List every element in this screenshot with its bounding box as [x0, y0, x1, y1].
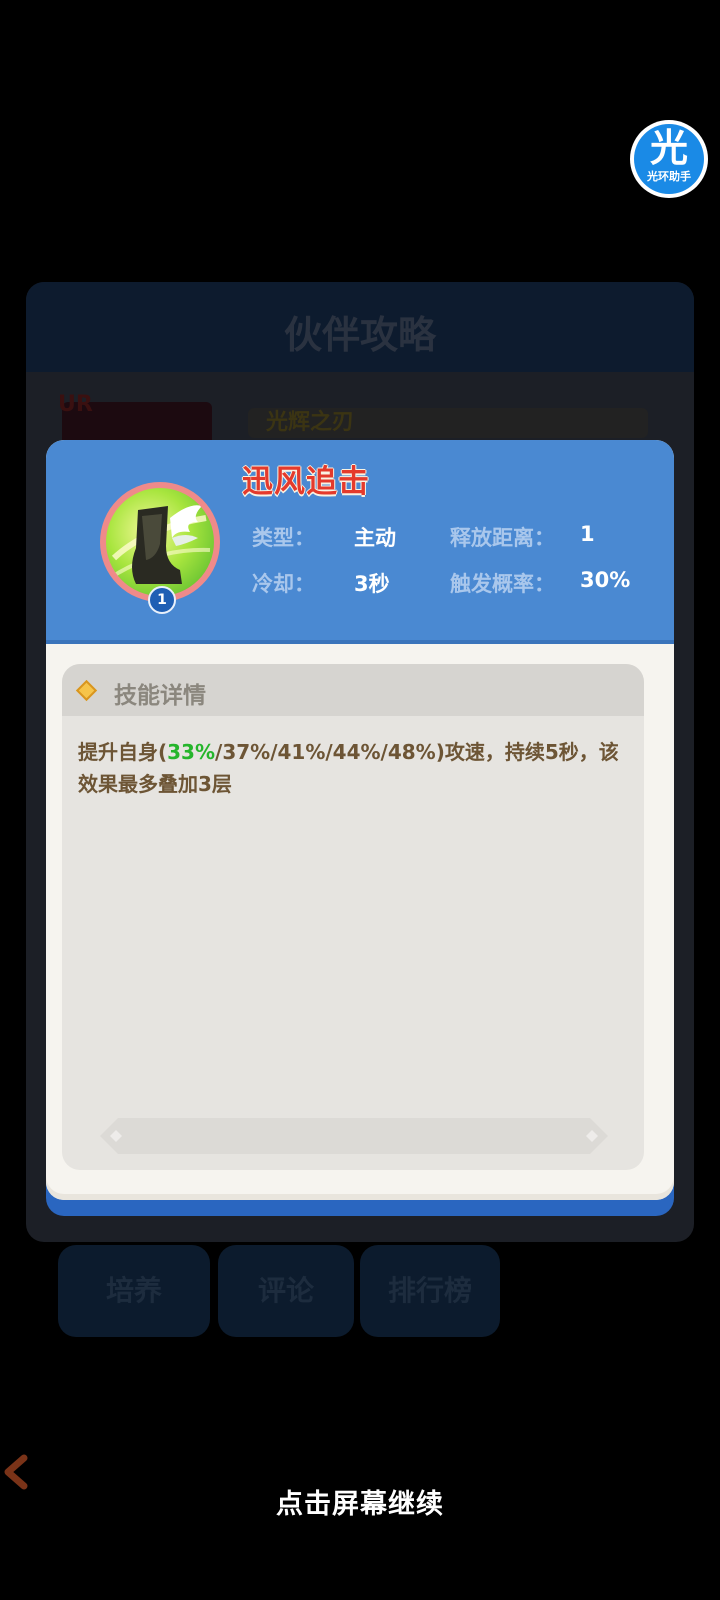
skill-level-badge: 1	[148, 586, 176, 614]
partner-guide-title: 伙伴攻略	[283, 313, 436, 357]
halo-assistant-icon: 光 光环助手	[634, 124, 704, 194]
assistant-label: 光环助手	[647, 170, 691, 183]
diamond-icon	[75, 679, 98, 702]
skill-name: 迅风追击	[242, 464, 370, 500]
trigger-rate-value: 30%	[580, 568, 631, 592]
assistant-glyph: 光	[649, 126, 688, 170]
details-scroll-track[interactable]	[98, 1116, 610, 1156]
halo-assistant-button[interactable]: 光 光环助手	[630, 120, 708, 198]
type-label: 类型：	[252, 526, 315, 550]
type-value: 主动	[354, 526, 396, 550]
skill-details-card: 技能详情 提升自身(33%/37%/41%/44%/48%)攻速，持续5秒，该效…	[62, 664, 644, 1170]
range-label: 释放距离：	[450, 526, 555, 550]
skill-icon-frame	[100, 482, 220, 602]
tab-train[interactable]: 培养	[58, 1245, 210, 1337]
tab-review[interactable]: 评论	[218, 1245, 354, 1337]
rarity-badge: UR	[58, 392, 93, 417]
winged-boot-icon	[106, 488, 214, 596]
cooldown-label: 冷却：	[252, 572, 315, 596]
description-prefix: 提升自身(	[78, 740, 168, 764]
trigger-rate-label: 触发概率：	[450, 572, 555, 596]
range-value: 1	[580, 522, 595, 546]
skill-details-header: 技能详情	[62, 664, 644, 716]
skill-description: 提升自身(33%/37%/41%/44%/48%)攻速，持续5秒，该效果最多叠加…	[78, 736, 628, 800]
tab-ranking[interactable]: 排行榜	[360, 1245, 500, 1337]
cooldown-value: 3秒	[354, 572, 390, 596]
skill-details-title: 技能详情	[114, 683, 206, 709]
skill-header: 1 迅风追击 类型： 主动 释放距离： 1 冷却： 3秒 触发概率： 30%	[46, 440, 674, 644]
tap-to-continue-text[interactable]: 点击屏幕继续	[0, 1482, 720, 1521]
partner-name: 光辉之刃	[248, 408, 648, 438]
description-highlight: 33%	[167, 740, 216, 764]
skill-detail-popup: 1 迅风追击 类型： 主动 释放距离： 1 冷却： 3秒 触发概率： 30% 技…	[46, 440, 674, 1200]
